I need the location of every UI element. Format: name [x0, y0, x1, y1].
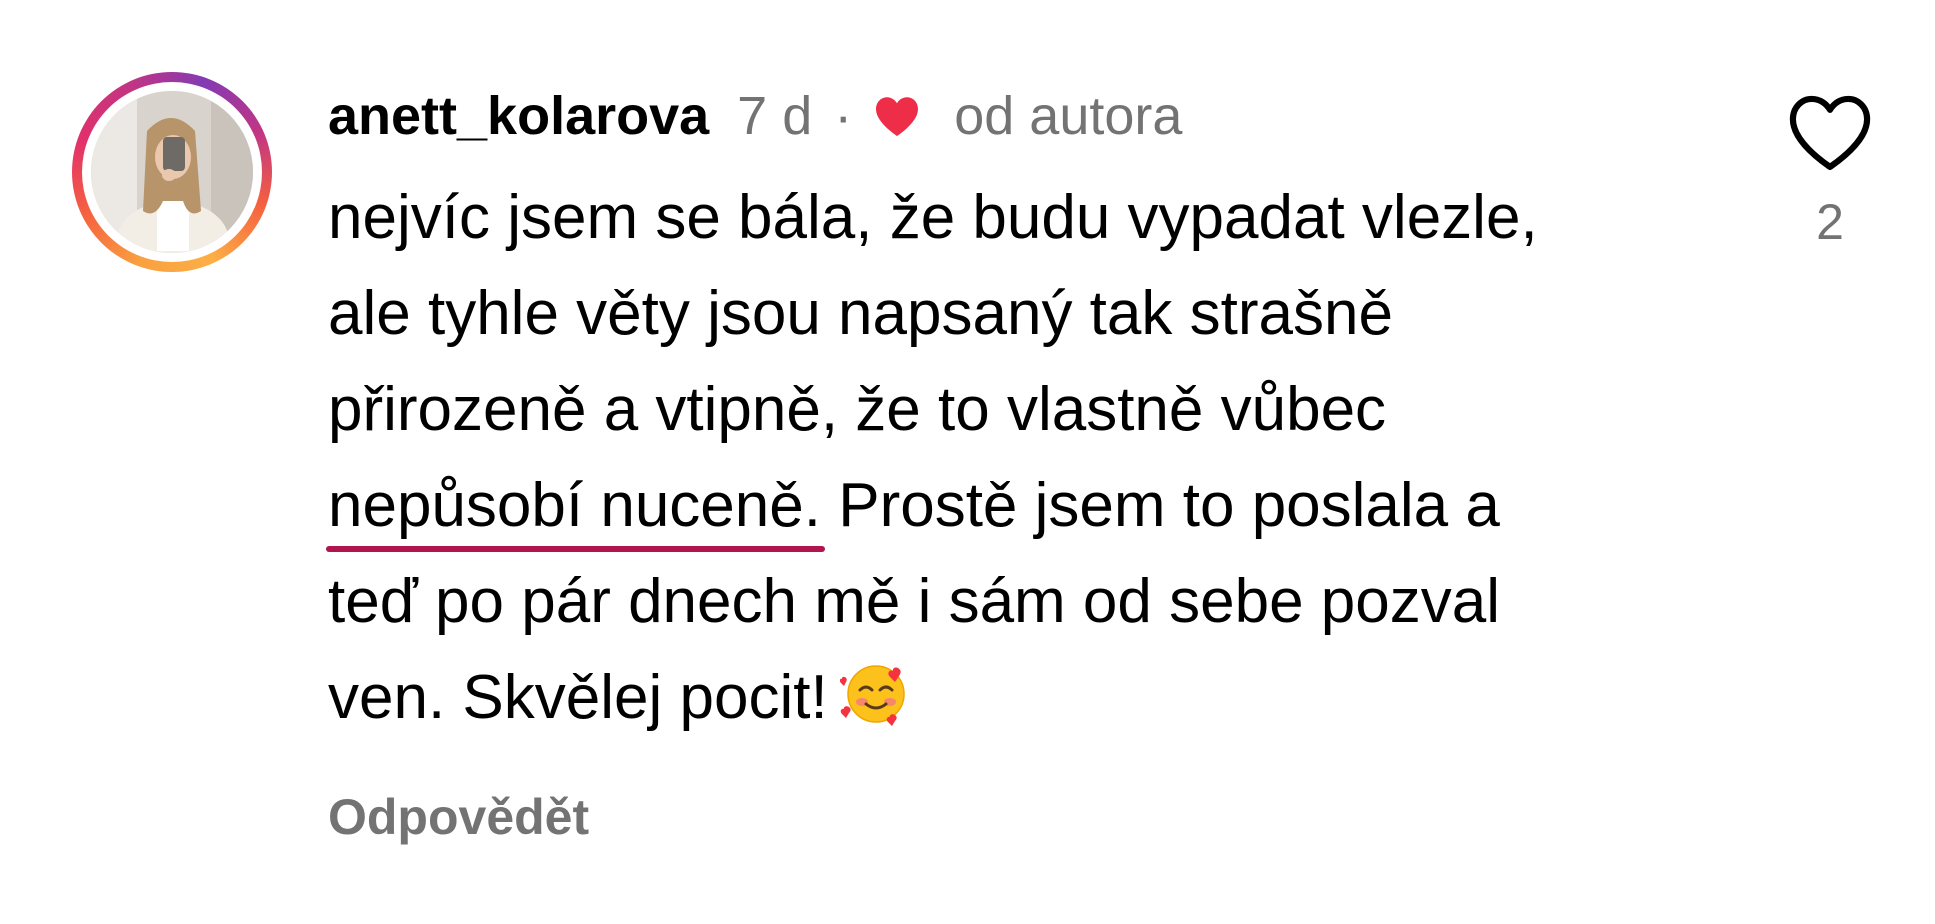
comment-text-line: nejvíc jsem se bála, že budu vypadat vle… [328, 183, 1538, 252]
liked-by-author-label: od autora [954, 86, 1183, 146]
comment: anett_kolarova 7 d · od autora nejvíc js… [0, 0, 1935, 924]
avatar[interactable] [91, 91, 253, 253]
like-column: 2 [1780, 92, 1880, 251]
underlined-phrase: nepůsobí nuceně. [326, 458, 825, 554]
meta-separator: · [834, 86, 853, 146]
comment-text: nejvíc jsem se bála, že budu vypadat vle… [326, 170, 1708, 746]
username[interactable]: anett_kolarova [328, 78, 709, 154]
comment-text-fragment: ven. Skvělej pocit! [328, 663, 828, 732]
red-heart-icon [874, 93, 924, 139]
reply-button[interactable]: Odpovědět [328, 788, 589, 846]
comment-text-line: ven. Skvělej pocit! [328, 650, 1708, 746]
avatar-photo [91, 91, 253, 253]
smiling-face-with-hearts-icon [839, 656, 912, 728]
comment-time: 7 d [737, 86, 813, 146]
comment-text-line: teď po pár dnech mě i sám od sebe pozval [328, 567, 1501, 636]
comment-text-line: přirozeně a vtipně, že to vlastně vůbec [328, 375, 1387, 444]
comment-content: anett_kolarova 7 d · od autora nejvíc js… [326, 78, 1708, 846]
comment-text-line: nepůsobí nuceně. Prostě jsem to poslala … [326, 458, 1708, 554]
comment-text-fragment: Prostě jsem to poslala a [838, 471, 1500, 540]
like-count: 2 [1816, 194, 1844, 250]
heart-outline-icon[interactable] [1786, 92, 1874, 172]
comment-meta: anett_kolarova 7 d · od autora [328, 78, 1708, 154]
avatar-story-ring[interactable] [72, 72, 272, 272]
comment-text-line: ale tyhle věty jsou napsaný tak strašně [328, 279, 1393, 348]
